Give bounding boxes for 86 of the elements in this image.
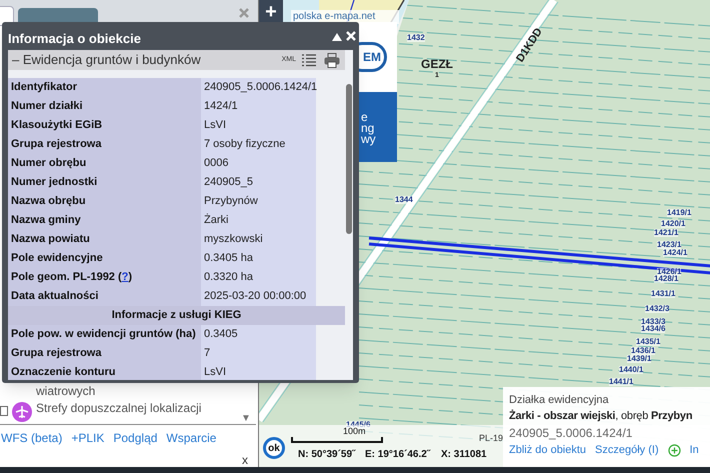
parcel-label: 1432 [407, 34, 425, 42]
section-title: – Ewidencja gruntów i budynków [12, 51, 201, 70]
projection-label: PL-19 [479, 432, 504, 445]
footer-link[interactable]: +PLIK [71, 429, 104, 447]
scrollbar-thumb[interactable] [346, 84, 352, 234]
scale-label: 100m [343, 426, 366, 436]
parcel-label: GEZŁ [421, 58, 453, 70]
airplane-icon [12, 402, 32, 422]
table-cell: 0.3405 ha [201, 249, 316, 268]
parcel-label: 1421/1 [654, 229, 678, 237]
table-cell: Data aktualności [8, 287, 201, 306]
zoom-in-button[interactable]: + [259, 0, 283, 24]
parcel-label: 1433/3 [641, 318, 666, 326]
ad-text: ng [361, 123, 376, 134]
table-section-header: Informacje z usługi KIEG [8, 306, 345, 325]
layer-label[interactable]: wiatrowych [36, 384, 96, 398]
parcel-label: 1428/1 [654, 275, 678, 283]
collapse-icon [332, 33, 342, 41]
table-cell: 240905_5.0006.1424/1 [201, 78, 316, 97]
footer-link[interactable]: WFS (beta) [1, 429, 62, 447]
footer-link[interactable]: Wsparcie [166, 429, 216, 447]
table-cell: Numer obrębu [8, 154, 201, 173]
add-icon [668, 444, 681, 457]
table-cell: Nazwa gminy [8, 211, 201, 230]
print-icon [324, 52, 340, 68]
table-cell: LsVI [201, 116, 316, 135]
action-link[interactable]: Zbliż do obiektu [509, 442, 586, 458]
layer-label[interactable]: Strefy dopuszczalnej lokalizacji [36, 401, 202, 415]
help-link[interactable]: ? [122, 271, 128, 283]
parcel-label: 1434/6 [641, 325, 666, 333]
parcel-label: 1440/1 [619, 366, 644, 374]
checkbox[interactable] [0, 406, 8, 416]
table-cell: 1424/1 [201, 97, 316, 116]
table-cell: Nazwa obrębu [8, 192, 201, 211]
table-cell: Nazwa powiatu [8, 230, 201, 249]
parcel-label: 1419/1 [667, 209, 692, 217]
table-cell: 2025-03-20 00:00:00 [201, 287, 316, 306]
close-link[interactable]: x [242, 451, 248, 467]
table-cell: Żarki [201, 211, 316, 230]
action-link[interactable]: In [690, 442, 699, 458]
table-cell: LsVI [201, 363, 316, 380]
table-cell: Pole pow. w ewidencji gruntów (ha) [8, 325, 201, 344]
footer-link[interactable]: Podgląd [113, 429, 158, 447]
table-cell: 0.3320 ha [201, 268, 316, 287]
info-id: 240905_5.0006.1424/1 [509, 425, 634, 442]
table-cell: 240905_5 [201, 173, 316, 192]
table-cell: Grupa rejestrowa [8, 135, 201, 154]
table-cell: 0006 [201, 154, 316, 173]
coordinate-text: N: 50°39´59˝ [298, 448, 356, 462]
parcel-label: 1420/1 [661, 220, 686, 228]
ad-text: wy [361, 134, 377, 145]
list-icon [302, 54, 316, 66]
ad-text: e [361, 112, 369, 123]
parcel-label: 1426/1 [657, 268, 682, 276]
parcel-label: 1431/1 [651, 290, 676, 298]
table-cell: 7 osoby fizyczne [201, 135, 316, 154]
table-cell: Numer jednostki [8, 173, 201, 192]
table-cell: Klasoużytki EGiB [8, 116, 201, 135]
window-title: Informacja o obiekcie [8, 30, 141, 48]
table-cell: Identyfikator [8, 78, 201, 97]
table-cell: 0.3405 [201, 325, 316, 344]
parcel-label: 1432/3 [645, 305, 670, 313]
parcel-label: 1441/1 [609, 378, 634, 386]
info-type: Działka ewidencyjna [509, 393, 610, 408]
parcel-label: 1423/1 [657, 241, 682, 249]
table-cell: myszkowski [201, 230, 316, 249]
parcel-label: 1439/1 [627, 355, 652, 363]
table-cell: Pole ewidencyjne [8, 249, 201, 268]
info-place: Żarki - obszar wiejski, obręb Przybyn [509, 408, 694, 424]
table-cell: 7 [201, 344, 316, 363]
scroll-down-icon[interactable]: ▼ [241, 411, 251, 426]
table-cell: Oznaczenie konturu [8, 363, 201, 380]
parcel-label: 1435/1 [636, 338, 660, 346]
coordinate-text: X: 311081 [441, 448, 487, 462]
coordinate-text: E: 19°16´46.2˝ [365, 448, 430, 462]
close-icon [346, 31, 356, 41]
action-link[interactable]: Szczegóły (I) [595, 442, 659, 458]
parcel-label: 1424/1 [663, 249, 688, 257]
parcel-label: 1344 [395, 196, 413, 204]
table-cell: Numer działki [8, 97, 201, 116]
parcel-label: 1436/1 [631, 347, 656, 355]
close-icon [237, 6, 251, 20]
table-cell: Przybynów [201, 192, 316, 211]
table-cell: Pole geom. PL-1992 (?) [8, 268, 201, 287]
ok-button[interactable]: ok [263, 437, 285, 459]
table-cell: Grupa rejestrowa [8, 344, 201, 363]
